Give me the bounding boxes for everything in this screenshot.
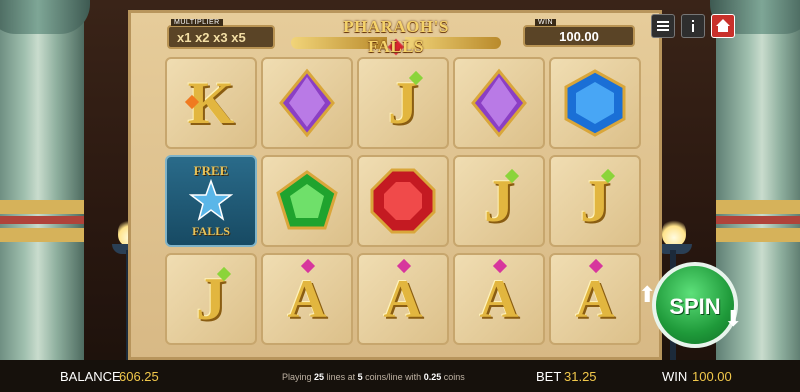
playing-info: Playing 25 lines at 5 coins/line with 0.… — [282, 372, 465, 382]
menu-button[interactable] — [651, 14, 675, 38]
symbol-cell: K — [165, 57, 257, 149]
win-value: 100.00 — [692, 369, 732, 384]
spin-arrow-down-icon: ⬇ — [724, 306, 743, 331]
symbol-a: A — [287, 269, 327, 329]
win-panel-label: WIN — [535, 19, 557, 26]
game-logo: PHARAOH'S FALLS — [291, 15, 501, 56]
spin-label: SPIN — [669, 294, 721, 319]
star-icon — [189, 179, 233, 221]
info-button[interactable] — [681, 14, 705, 38]
blue-hexagon-icon — [564, 69, 626, 137]
info-icon — [692, 20, 694, 32]
symbol-cell — [261, 57, 353, 149]
purple-diamond-icon — [471, 68, 527, 138]
symbol-cell: A — [261, 253, 353, 345]
symbol-cell: A — [453, 253, 545, 345]
green-pentagon-icon — [276, 170, 338, 230]
reel-grid: K J FREE FALLS J J J A A A A — [165, 57, 643, 354]
free-symbol-bottom: FALLS — [192, 224, 230, 238]
reel-board: x1 x2 x3 x5 MULTIPLIER PHARAOH'S FALLS 1… — [128, 10, 662, 360]
symbol-cell: J — [357, 57, 449, 149]
status-bar: BALANCE 606.25 Playing 25 lines at 5 coi… — [0, 360, 800, 392]
menu-icon — [657, 21, 669, 31]
home-icon — [716, 19, 730, 32]
symbol-cell — [549, 57, 641, 149]
game-title: PHARAOH'S FALLS — [343, 17, 449, 56]
symbol-cell: J — [549, 155, 641, 247]
symbol-cell: A — [549, 253, 641, 345]
win-panel: 100.00 — [523, 25, 635, 47]
left-pillar — [0, 0, 90, 360]
home-button[interactable] — [711, 14, 735, 38]
multiplier-panel: x1 x2 x3 x5 — [167, 25, 275, 49]
purple-diamond-icon — [279, 68, 335, 138]
symbol-a: A — [575, 269, 615, 329]
bet-label: BET — [536, 369, 562, 384]
symbol-a: A — [479, 269, 519, 329]
symbol-cell — [261, 155, 353, 247]
game-scene: x1 x2 x3 x5 MULTIPLIER PHARAOH'S FALLS 1… — [0, 0, 800, 360]
symbol-cell — [453, 57, 545, 149]
balance-label: BALANCE — [60, 369, 121, 384]
symbol-cell — [357, 155, 449, 247]
symbol-a: A — [383, 269, 423, 329]
red-octagon-icon — [370, 168, 436, 234]
win-label: WIN — [662, 369, 688, 384]
spin-arrow-up-icon: ⬆ — [638, 282, 657, 307]
symbol-cell: J — [165, 253, 257, 345]
balance-value: 606.25 — [119, 369, 159, 384]
multiplier-label: MULTIPLIER — [171, 19, 223, 26]
spin-button[interactable]: SPIN — [652, 262, 738, 348]
symbol-cell: J — [453, 155, 545, 247]
multiplier-values: x1 x2 x3 x5 — [177, 30, 246, 45]
free-falls-symbol: FREE FALLS — [165, 155, 257, 247]
symbol-cell: A — [357, 253, 449, 345]
win-panel-value: 100.00 — [559, 29, 599, 44]
bet-value: 31.25 — [564, 369, 597, 384]
